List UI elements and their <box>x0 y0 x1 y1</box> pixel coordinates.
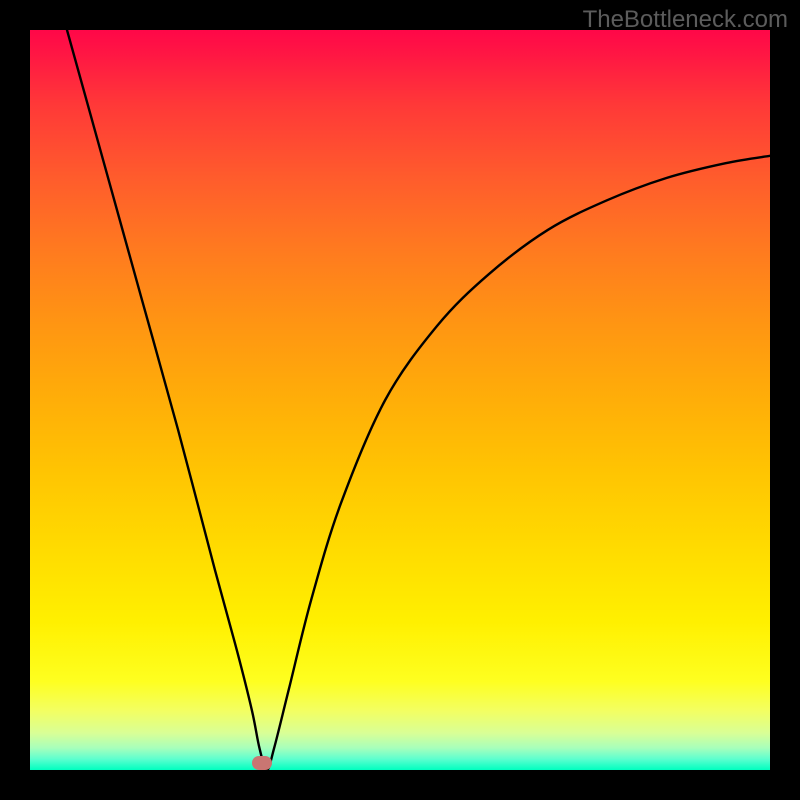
plot-area <box>30 30 770 770</box>
bottleneck-curve <box>67 30 770 770</box>
chart-frame: TheBottleneck.com <box>0 0 800 800</box>
minimum-marker <box>252 756 272 770</box>
curve-svg <box>30 30 770 770</box>
watermark-text: TheBottleneck.com <box>583 6 788 34</box>
